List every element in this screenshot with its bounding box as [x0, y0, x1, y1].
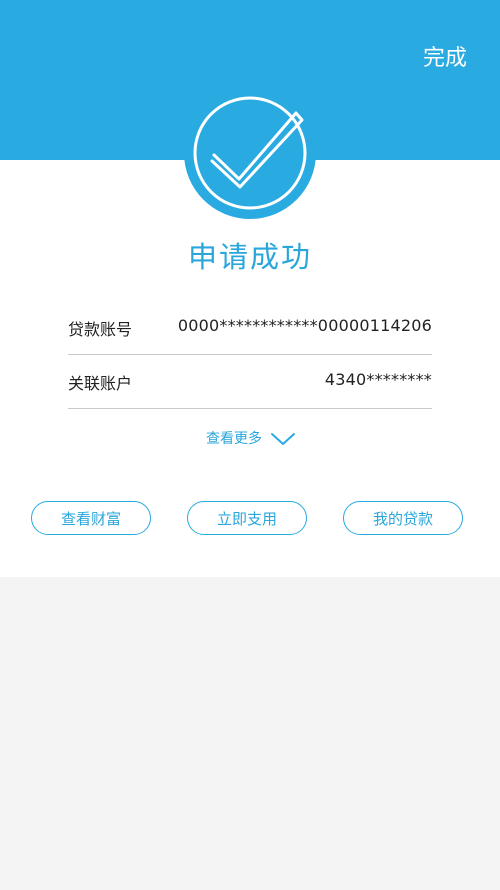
check-circle-icon	[193, 96, 307, 210]
detail-row-linked-account: 关联账户 4340********	[68, 354, 432, 409]
my-loans-button[interactable]: 我的贷款	[343, 501, 463, 535]
show-more-label: 查看更多	[206, 431, 262, 447]
view-wealth-button[interactable]: 查看财富	[31, 501, 151, 535]
success-badge	[184, 87, 316, 219]
done-button[interactable]: 完成	[423, 44, 467, 74]
show-more-link[interactable]: 查看更多	[206, 428, 296, 452]
detail-label: 贷款账号	[68, 320, 133, 339]
detail-row-loan-account: 贷款账号 0000************00000114206	[68, 300, 432, 355]
status-title: 申请成功	[187, 240, 312, 274]
detail-value: 4340********	[324, 370, 432, 389]
draw-now-button[interactable]: 立即支用	[187, 501, 307, 535]
detail-value: 0000************00000114206	[177, 316, 432, 335]
chevron-down-icon	[271, 433, 296, 445]
detail-label: 关联账户	[68, 374, 133, 393]
